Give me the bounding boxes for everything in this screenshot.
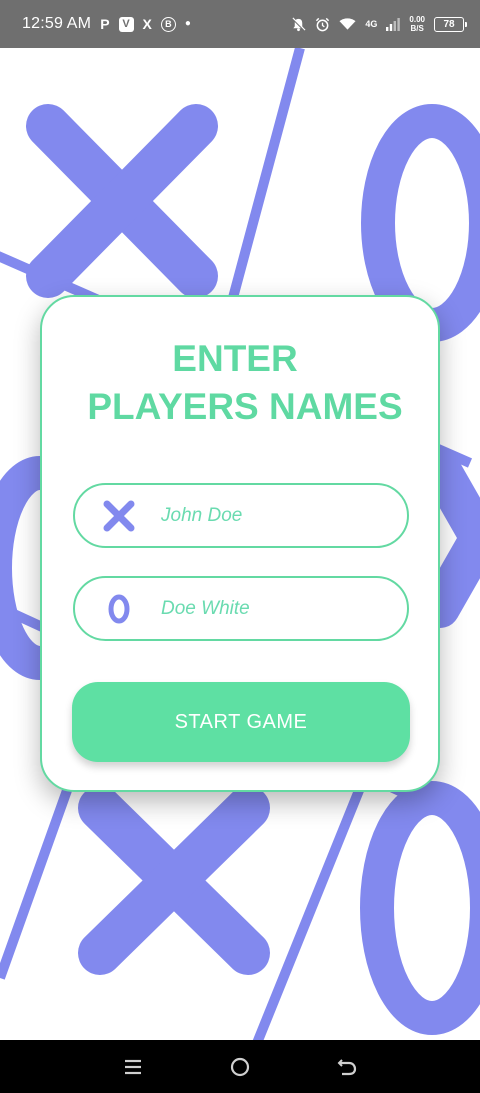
notification-p-icon: P — [100, 16, 110, 32]
player-x-name-input[interactable] — [161, 504, 381, 527]
status-bar-right: 4G 0.00 B/S 78 — [291, 15, 467, 33]
x-mark-icon — [99, 496, 139, 536]
status-bar: 12:59 AM P V X B ● 4G 0.00 B/S 78 — [0, 0, 480, 48]
home-icon[interactable] — [220, 1047, 260, 1087]
card-title-line1: ENTER — [172, 338, 298, 379]
card-title: ENTER PLAYERS NAMES — [42, 335, 438, 431]
battery-level: 78 — [443, 18, 455, 30]
notification-v-icon: V — [118, 16, 134, 32]
player-names-card: ENTER PLAYERS NAMES START GAME — [40, 295, 440, 792]
network-type-label: 4G — [365, 18, 378, 29]
player-x-field[interactable] — [73, 483, 409, 548]
player-o-field[interactable] — [73, 576, 409, 641]
o-mark-icon — [99, 589, 139, 629]
network-speed: 0.00 B/S — [409, 15, 425, 33]
background-o-mark-bottom — [360, 781, 480, 1035]
player-o-name-input[interactable] — [161, 597, 381, 620]
status-bar-left: 12:59 AM P V X B ● — [22, 15, 191, 33]
network-speed-value: 0.00 — [409, 15, 425, 24]
wifi-icon — [339, 17, 356, 31]
alarm-clock-icon — [315, 17, 330, 32]
background-x-mark-bottom — [78, 786, 270, 975]
card-title-line2: PLAYERS NAMES — [87, 386, 403, 427]
more-notifications-dot-icon: ● — [184, 18, 191, 29]
signal-strength-icon — [386, 17, 401, 31]
recents-icon[interactable] — [113, 1047, 153, 1087]
background-x-mark-top — [26, 104, 218, 298]
notification-x-icon: X — [142, 16, 152, 32]
app-screen: 12:59 AM P V X B ● 4G 0.00 B/S 78 ENTER … — [0, 0, 480, 1093]
background-x-mark-middle-right — [420, 448, 480, 628]
status-time: 12:59 AM — [22, 15, 92, 32]
mute-bell-icon — [291, 17, 306, 32]
battery-icon: 78 — [434, 16, 467, 32]
network-speed-unit: B/S — [410, 24, 424, 33]
back-icon[interactable] — [327, 1047, 367, 1087]
start-game-button[interactable]: START GAME — [72, 682, 410, 762]
system-nav-bar — [0, 1040, 480, 1093]
notification-b-icon: B — [160, 16, 176, 32]
